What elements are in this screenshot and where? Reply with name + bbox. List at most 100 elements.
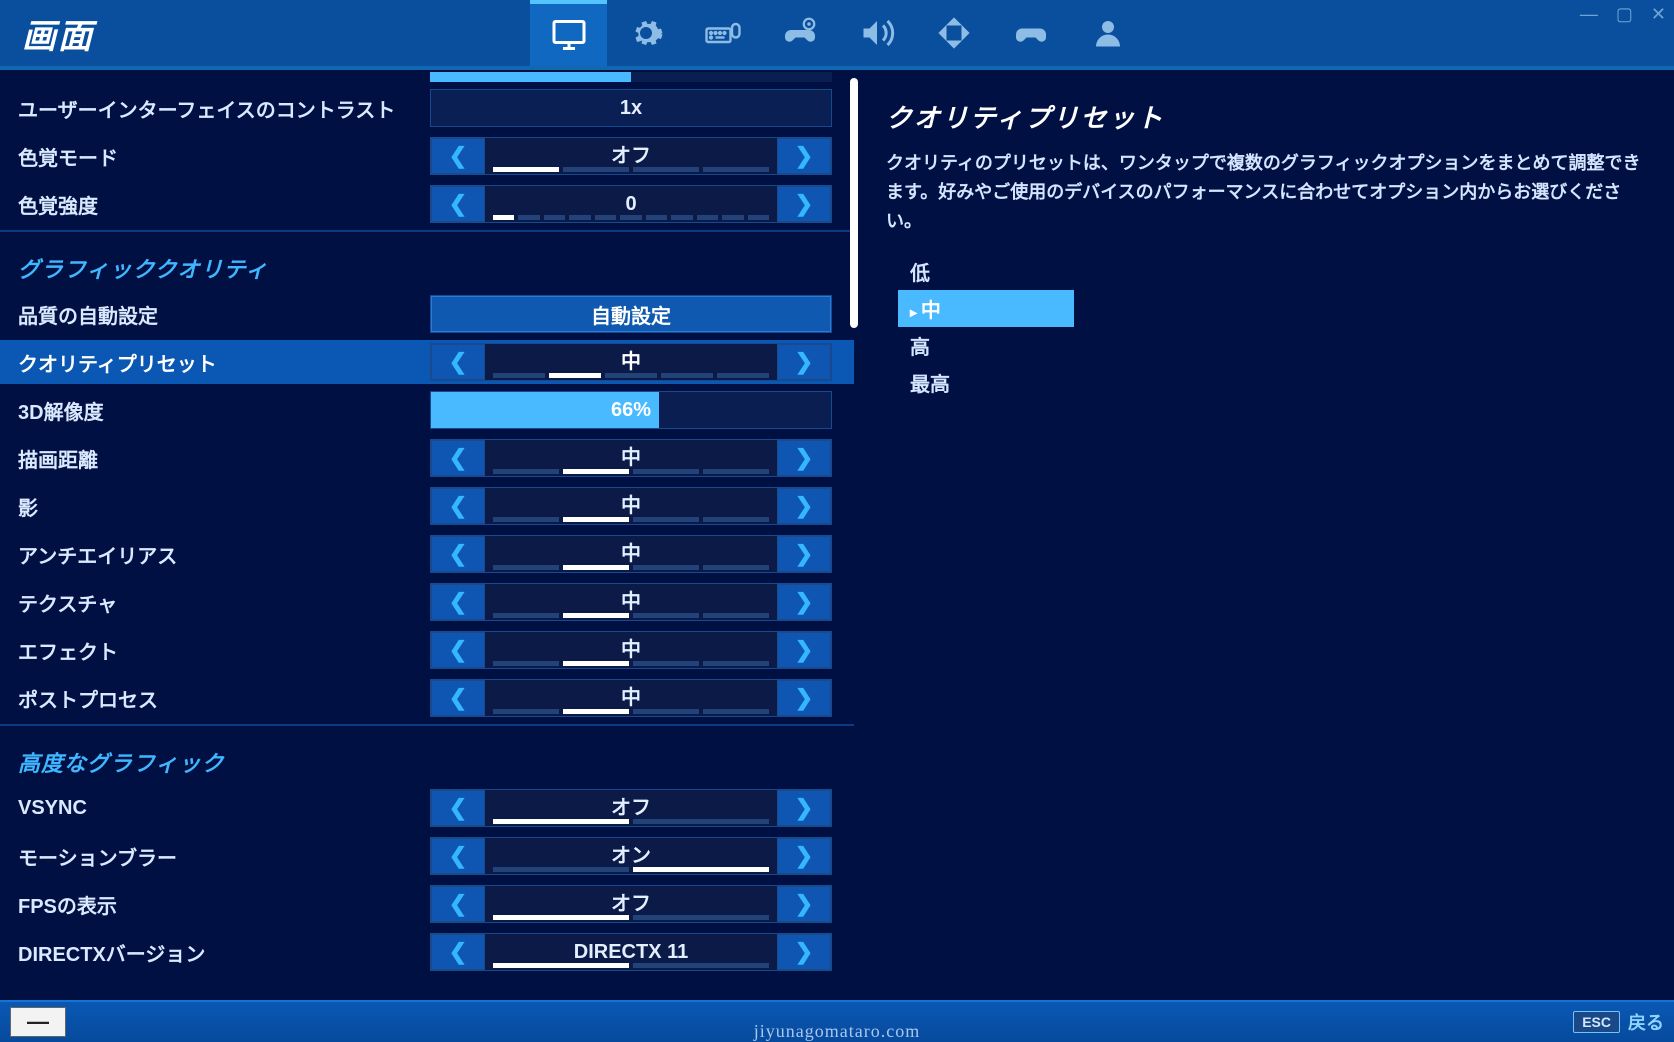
preset-option[interactable]: 最高 <box>898 364 1648 401</box>
next-arrow[interactable]: ❯ <box>777 886 831 922</box>
preset-option[interactable]: 低 <box>898 253 1648 290</box>
next-arrow[interactable]: ❯ <box>777 186 831 222</box>
next-arrow[interactable]: ❯ <box>777 440 831 476</box>
keyboard-mouse-icon <box>705 15 741 51</box>
window-close[interactable]: ✕ <box>1651 4 1666 25</box>
row-antialias: アンチエイリアス ❮ 中 ❯ <box>0 532 854 576</box>
divider <box>0 230 854 232</box>
next-arrow[interactable]: ❯ <box>777 138 831 174</box>
help-panel: クオリティプリセット クオリティのプリセットは、ワンタップで複数のグラフィックオ… <box>860 70 1674 1000</box>
prev-arrow[interactable]: ❮ <box>431 838 485 874</box>
colorblind-strength-selector: ❮ 0 ❯ <box>430 185 832 223</box>
antialias-selector: ❮ 中 ❯ <box>430 535 832 573</box>
label-3d-resolution: 3D解像度 <box>0 396 430 425</box>
view-distance-selector: ❮ 中 ❯ <box>430 439 832 477</box>
settings-tabbar <box>530 0 1146 66</box>
row-shadows: 影 ❮ 中 ❯ <box>0 484 854 528</box>
row-view-distance: 描画距離 ❮ 中 ❯ <box>0 436 854 480</box>
prev-arrow[interactable]: ❮ <box>431 632 485 668</box>
prev-arrow[interactable]: ❮ <box>431 886 485 922</box>
tab-keyboard[interactable] <box>684 0 761 66</box>
auto-quality-button-wrap: 自動設定 <box>430 295 832 333</box>
footer-back[interactable]: ESC 戻る <box>1573 1009 1664 1035</box>
row-textures: テクスチャ ❮ 中 ❯ <box>0 580 854 624</box>
window-minimize[interactable]: — <box>1580 4 1598 25</box>
next-arrow[interactable]: ❯ <box>777 344 831 380</box>
row-colorblind-strength: 色覚強度 ❮ 0 ❯ <box>0 182 854 226</box>
controller-icon <box>1013 15 1049 51</box>
directx-selector: ❮ DIRECTX 11 ❯ <box>430 933 832 971</box>
back-label: 戻る <box>1628 1009 1664 1035</box>
3d-resolution-slider[interactable]: 66% <box>430 391 832 429</box>
motionblur-selector: ❮ オン ❯ <box>430 837 832 875</box>
next-arrow[interactable]: ❯ <box>777 680 831 716</box>
prev-arrow[interactable]: ❮ <box>431 138 485 174</box>
selector-mid[interactable]: オフ <box>485 138 777 174</box>
colorblind-mode-selector: ❮ オフ ❯ <box>430 137 832 175</box>
tab-controller-settings[interactable] <box>761 0 838 66</box>
partial-slider-row <box>430 72 832 82</box>
prev-arrow[interactable]: ❮ <box>431 536 485 572</box>
row-3d-resolution: 3D解像度 66% <box>0 388 854 432</box>
shadows-selector: ❮ 中 ❯ <box>430 487 832 525</box>
auto-quality-button[interactable]: 自動設定 <box>431 296 831 332</box>
next-arrow[interactable]: ❯ <box>777 934 831 970</box>
next-arrow[interactable]: ❯ <box>777 632 831 668</box>
row-colorblind-mode: 色覚モード ❮ オフ ❯ <box>0 134 854 178</box>
3d-resolution-value: 66% <box>431 399 831 422</box>
arrows-icon <box>936 15 972 51</box>
quality-preset-selector: ❮ 中 ❯ <box>430 343 832 381</box>
textures-selector: ❮ 中 ❯ <box>430 583 832 621</box>
prev-arrow[interactable]: ❮ <box>431 440 485 476</box>
preset-option[interactable]: 中 <box>898 290 1074 327</box>
row-quality-preset: クオリティプリセット ❮ 中 ❯ <box>0 340 854 384</box>
next-arrow[interactable]: ❯ <box>777 790 831 826</box>
prev-arrow[interactable]: ❮ <box>431 680 485 716</box>
tab-controller[interactable] <box>992 0 1069 66</box>
row-showfps: FPSの表示 ❮ オフ ❯ <box>0 882 854 926</box>
label-ui-contrast: ユーザーインターフェイスのコントラスト <box>0 94 430 123</box>
label-colorblind-mode: 色覚モード <box>0 142 430 171</box>
audio-icon <box>859 15 895 51</box>
tab-audio[interactable] <box>838 0 915 66</box>
help-title: クオリティプリセット <box>886 98 1648 135</box>
preset-option[interactable]: 高 <box>898 327 1648 364</box>
tab-display[interactable] <box>530 0 607 66</box>
monitor-icon <box>551 17 587 53</box>
esc-key-hint: ESC <box>1573 1011 1620 1033</box>
prev-arrow[interactable]: ❮ <box>431 344 485 380</box>
selector-mid[interactable]: 中 <box>485 344 777 380</box>
prev-arrow[interactable]: ❮ <box>431 488 485 524</box>
row-directx: DIRECTXバージョン ❮ DIRECTX 11 ❯ <box>0 930 854 974</box>
tab-accessibility[interactable] <box>915 0 992 66</box>
section-advanced-graphics: 高度なグラフィック <box>0 732 854 786</box>
prev-arrow[interactable]: ❮ <box>431 934 485 970</box>
header: 画面 — ▢ ✕ <box>0 0 1674 70</box>
label-colorblind-strength: 色覚強度 <box>0 190 430 219</box>
next-arrow[interactable]: ❯ <box>777 536 831 572</box>
window-controls: — ▢ ✕ <box>1580 4 1666 25</box>
gear-icon <box>628 15 664 51</box>
window-maximize[interactable]: ▢ <box>1616 4 1633 25</box>
row-auto-quality: 品質の自動設定 自動設定 <box>0 292 854 336</box>
prev-arrow[interactable]: ❮ <box>431 186 485 222</box>
divider <box>0 724 854 726</box>
tab-account[interactable] <box>1069 0 1146 66</box>
user-icon <box>1090 15 1126 51</box>
tab-game-settings[interactable] <box>607 0 684 66</box>
postprocess-selector: ❮ 中 ❯ <box>430 679 832 717</box>
prev-arrow[interactable]: ❮ <box>431 790 485 826</box>
next-arrow[interactable]: ❯ <box>777 488 831 524</box>
next-arrow[interactable]: ❯ <box>777 838 831 874</box>
main-area: ユーザーインターフェイスのコントラスト 1x 色覚モード ❮ オフ ❯ 色覚強度… <box>0 70 1674 1000</box>
scrollbar[interactable] <box>850 78 858 328</box>
effects-selector: ❮ 中 ❯ <box>430 631 832 669</box>
prev-arrow[interactable]: ❮ <box>431 584 485 620</box>
selector-mid[interactable]: 0 <box>485 186 777 222</box>
footer-minus-button[interactable]: — <box>10 1007 66 1037</box>
label-auto-quality: 品質の自動設定 <box>0 300 430 329</box>
ui-contrast-value-box[interactable]: 1x <box>430 89 832 127</box>
row-ui-contrast: ユーザーインターフェイスのコントラスト 1x <box>0 86 854 130</box>
watermark: jiyunagomataro.com <box>754 1021 920 1042</box>
next-arrow[interactable]: ❯ <box>777 584 831 620</box>
